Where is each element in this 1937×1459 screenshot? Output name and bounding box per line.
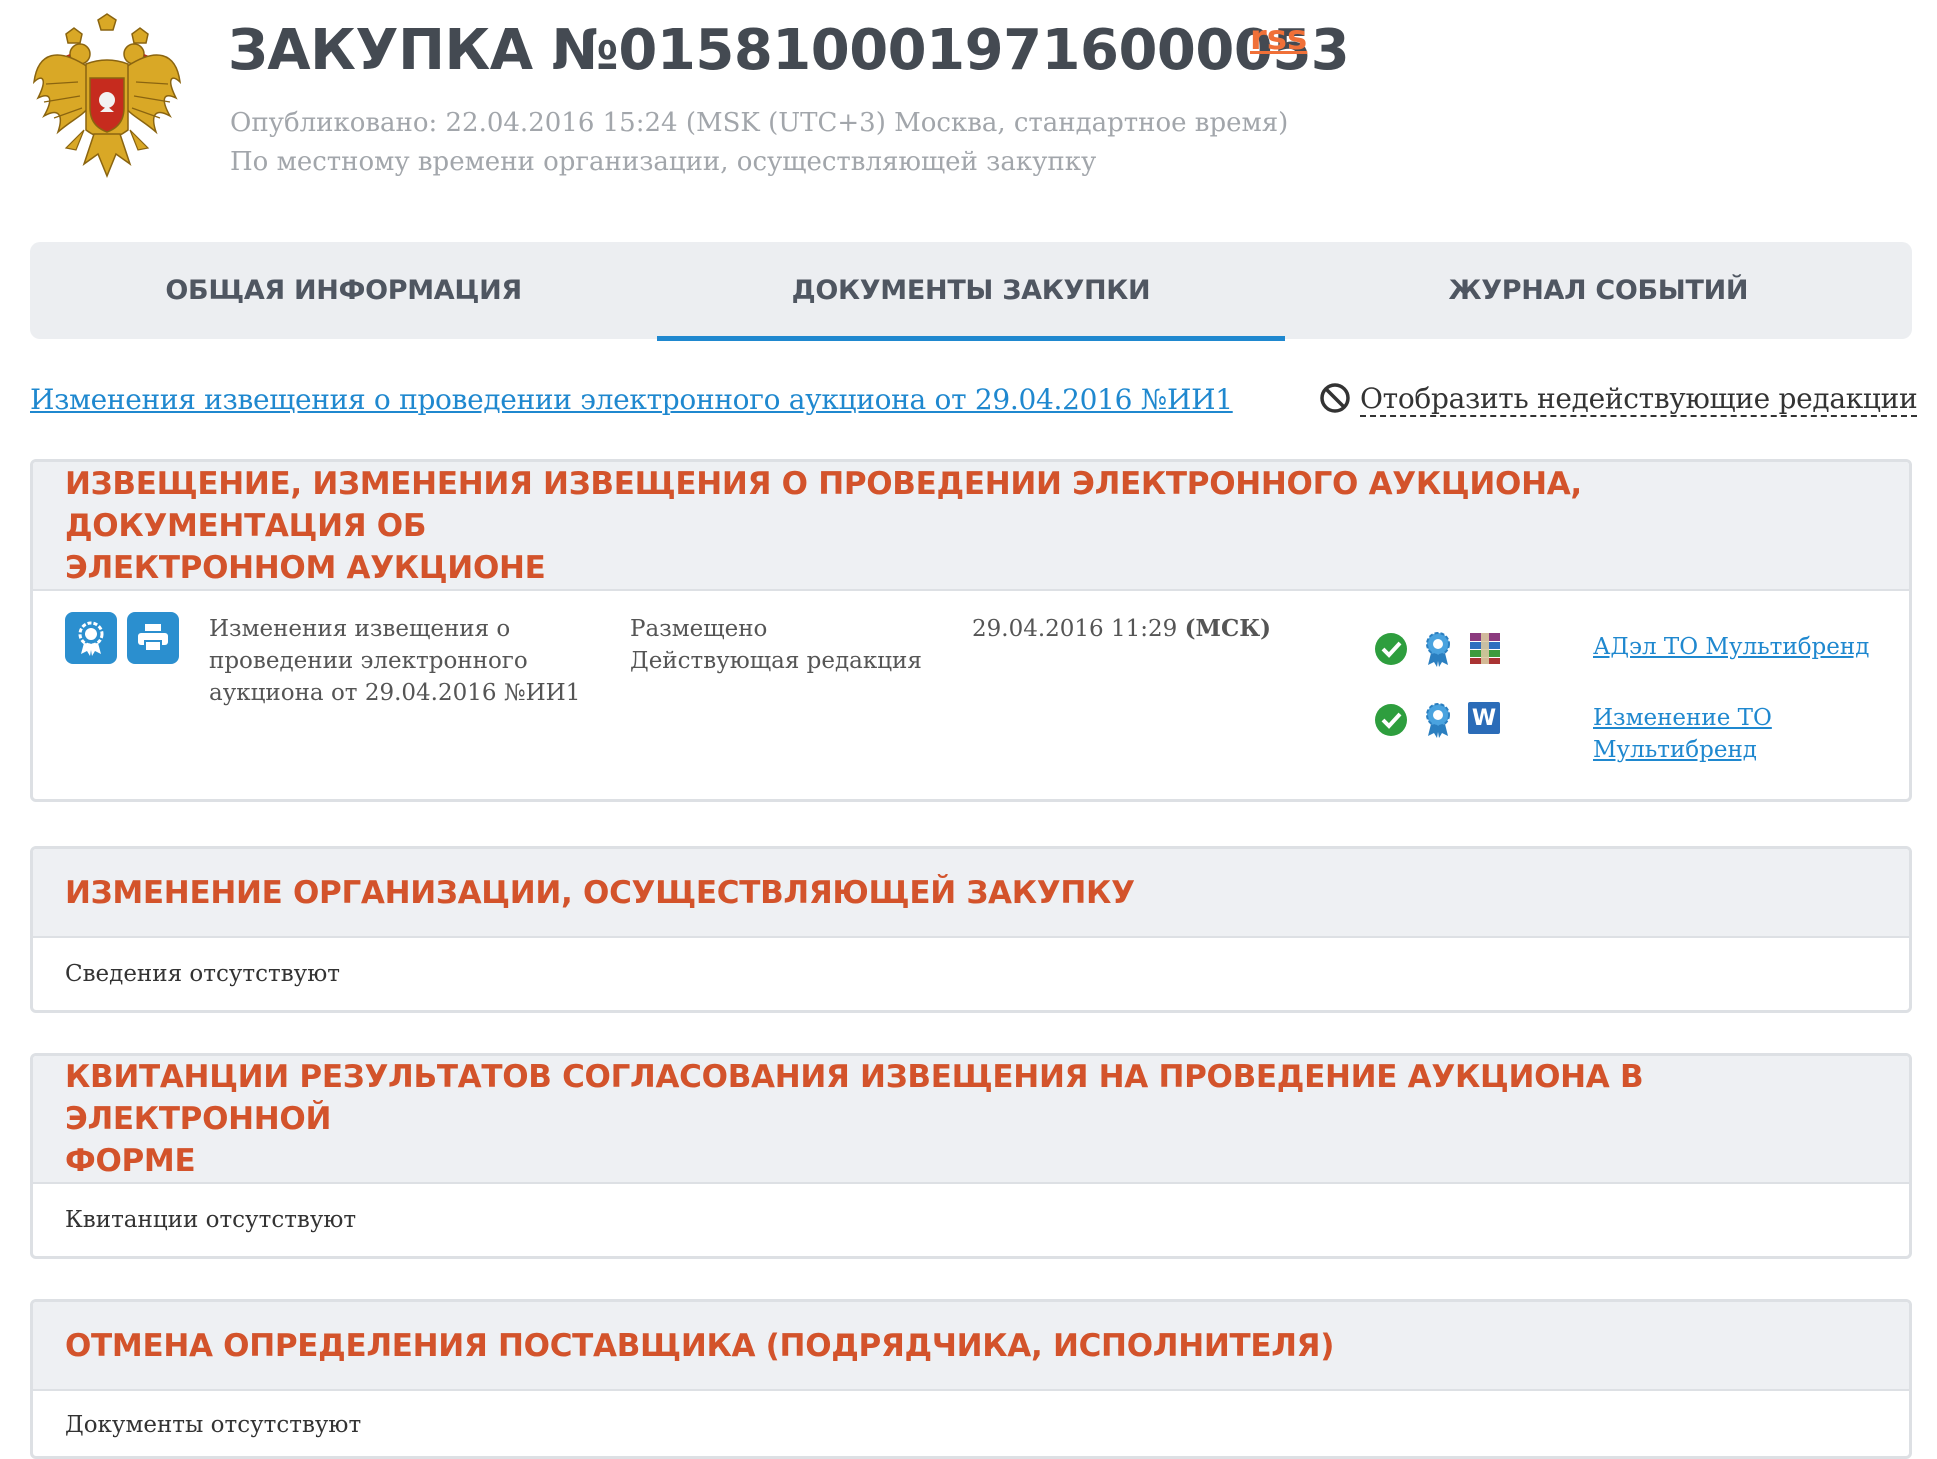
print-button[interactable] bbox=[127, 612, 179, 664]
org-change-panel: ИЗМЕНЕНИЕ ОРГАНИЗАЦИИ, ОСУЩЕСТВЛЯЮЩЕЙ ЗА… bbox=[30, 846, 1912, 1013]
tab-general-info[interactable]: ОБЩАЯ ИНФОРМАЦИЯ bbox=[30, 242, 657, 339]
panel-title-line: ИЗВЕЩЕНИЕ, ИЗМЕНЕНИЯ ИЗВЕЩЕНИЯ О ПРОВЕДЕ… bbox=[65, 465, 1582, 544]
coat-of-arms-emblem bbox=[28, 12, 186, 182]
document-status: Размещено Действующая редакция bbox=[630, 613, 922, 677]
signature-icon[interactable] bbox=[1423, 702, 1453, 742]
file-link-2[interactable]: Изменение ТО Мультибренд bbox=[1593, 702, 1772, 766]
document-status-line: Действующая редакция bbox=[630, 648, 922, 674]
receipts-panel: КВИТАНЦИИ РЕЗУЛЬТАТОВ СОГЛАСОВАНИЯ ИЗВЕЩ… bbox=[30, 1053, 1912, 1259]
show-inactive-editions-label: Отобразить недействующие редакции bbox=[1360, 382, 1918, 417]
document-row: Изменения извещения о проведении электро… bbox=[33, 591, 1909, 799]
panel-title: КВИТАНЦИИ РЕЗУЛЬТАТОВ СОГЛАСОВАНИЯ ИЗВЕЩ… bbox=[65, 1056, 1877, 1182]
page-title: ЗАКУПКА №0158100019716000053 bbox=[228, 18, 1350, 83]
check-icon bbox=[1374, 632, 1408, 670]
panel-body: Квитанции отсутствуют bbox=[33, 1184, 1909, 1256]
panel-title: ИЗВЕЩЕНИЕ, ИЗМЕНЕНИЯ ИЗВЕЩЕНИЯ О ПРОВЕДЕ… bbox=[65, 463, 1877, 589]
signature-icon[interactable] bbox=[1423, 631, 1453, 671]
print-icon bbox=[138, 624, 168, 652]
tab-label: ДОКУМЕНТЫ ЗАКУПКИ bbox=[791, 275, 1151, 306]
document-name-line: Изменения извещения о bbox=[209, 616, 511, 642]
tab-procurement-documents[interactable]: ДОКУМЕНТЫ ЗАКУПКИ bbox=[657, 242, 1285, 341]
document-date-value: 29.04.2016 11:29 bbox=[972, 616, 1178, 642]
document-date: 29.04.2016 11:29 (МСК) bbox=[972, 613, 1271, 645]
empty-state-text: Квитанции отсутствуют bbox=[65, 1207, 357, 1233]
document-name: Изменения извещения о проведении электро… bbox=[209, 613, 580, 709]
archive-icon bbox=[1468, 631, 1502, 669]
panel-body: Сведения отсутствуют bbox=[33, 938, 1909, 1010]
file-link-line: Мультибренд bbox=[1593, 737, 1757, 763]
rss-link[interactable]: rss bbox=[1250, 18, 1307, 58]
prohibited-icon bbox=[1318, 381, 1352, 419]
word-icon: W bbox=[1468, 702, 1500, 734]
tab-event-log[interactable]: ЖУРНАЛ СОБЫТИЙ bbox=[1285, 242, 1912, 339]
panel-header: ИЗВЕЩЕНИЕ, ИЗМЕНЕНИЯ ИЗВЕЩЕНИЯ О ПРОВЕДЕ… bbox=[33, 462, 1909, 591]
panel-header: КВИТАНЦИИ РЕЗУЛЬТАТОВ СОГЛАСОВАНИЯ ИЗВЕЩ… bbox=[33, 1056, 1909, 1184]
panel-title-line: ЭЛЕКТРОННОМ АУКЦИОНЕ bbox=[65, 549, 546, 586]
document-timezone: (МСК) bbox=[1184, 615, 1272, 642]
panel-title-line: ФОРМЕ bbox=[65, 1143, 196, 1179]
document-name-line: проведении электронного bbox=[209, 648, 528, 674]
empty-state-text: Сведения отсутствуют bbox=[65, 961, 340, 987]
document-status-line: Размещено bbox=[630, 616, 768, 642]
file-link-1[interactable]: АДэл ТО Мультибренд bbox=[1593, 631, 1869, 663]
panel-body: Документы отсутствуют bbox=[33, 1391, 1909, 1456]
published-datetime: Опубликовано: 22.04.2016 15:24 (MSK (UTC… bbox=[230, 108, 1289, 138]
panel-title-line: КВИТАНЦИИ РЕЗУЛЬТАТОВ СОГЛАСОВАНИЯ ИЗВЕЩ… bbox=[65, 1059, 1644, 1137]
supplier-cancellation-panel: ОТМЕНА ОПРЕДЕЛЕНИЯ ПОСТАВЩИКА (ПОДРЯДЧИК… bbox=[30, 1299, 1912, 1459]
panel-header: ИЗМЕНЕНИЕ ОРГАНИЗАЦИИ, ОСУЩЕСТВЛЯЮЩЕЙ ЗА… bbox=[33, 849, 1909, 938]
tab-bar: ОБЩАЯ ИНФОРМАЦИЯ ДОКУМЕНТЫ ЗАКУПКИ ЖУРНА… bbox=[30, 242, 1912, 341]
notice-change-link[interactable]: Изменения извещения о проведении электро… bbox=[30, 383, 1233, 416]
local-time-note: По местному времени организации, осущест… bbox=[230, 147, 1097, 177]
document-name-line: аукциона от 29.04.2016 №ИИ1 bbox=[209, 680, 581, 706]
check-icon bbox=[1374, 703, 1408, 741]
tab-label: ЖУРНАЛ СОБЫТИЙ bbox=[1448, 275, 1749, 306]
certificate-icon bbox=[78, 621, 104, 656]
certificate-button[interactable] bbox=[65, 612, 117, 664]
empty-state-text: Документы отсутствуют bbox=[65, 1412, 362, 1438]
panel-title: ИЗМЕНЕНИЕ ОРГАНИЗАЦИИ, ОСУЩЕСТВЛЯЮЩЕЙ ЗА… bbox=[65, 874, 1135, 911]
tab-label: ОБЩАЯ ИНФОРМАЦИЯ bbox=[165, 275, 522, 306]
notice-documents-panel: ИЗВЕЩЕНИЕ, ИЗМЕНЕНИЯ ИЗВЕЩЕНИЯ О ПРОВЕДЕ… bbox=[30, 459, 1912, 802]
panel-title: ОТМЕНА ОПРЕДЕЛЕНИЯ ПОСТАВЩИКА (ПОДРЯДЧИК… bbox=[65, 1327, 1335, 1364]
panel-header: ОТМЕНА ОПРЕДЕЛЕНИЯ ПОСТАВЩИКА (ПОДРЯДЧИК… bbox=[33, 1302, 1909, 1391]
show-inactive-editions-toggle[interactable]: Отобразить недействующие редакции bbox=[1318, 381, 1918, 419]
file-link-line: АДэл ТО Мультибренд bbox=[1593, 634, 1870, 660]
file-link-line: Изменение ТО bbox=[1593, 705, 1772, 731]
